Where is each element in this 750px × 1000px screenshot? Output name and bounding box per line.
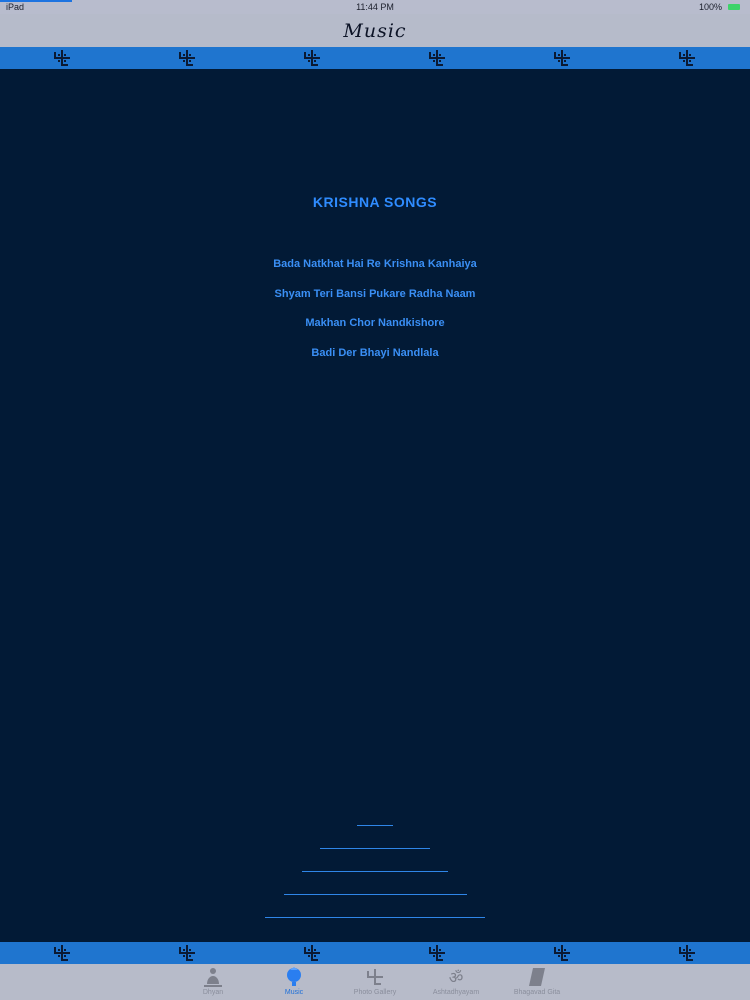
swastika-icon <box>304 945 320 961</box>
swastika-icon <box>179 50 195 66</box>
song-link[interactable]: Bada Natkhat Hai Re Krishna Kanhaiya <box>0 258 750 270</box>
status-bar: iPad 11:44 PM 100% <box>0 0 750 14</box>
section-title: KRISHNA SONGS <box>312 194 438 210</box>
song-link[interactable]: Badi Der Bhayi Nandlala <box>0 347 750 359</box>
swastika-icon <box>54 50 70 66</box>
tab-ashtadhyayam[interactable]: ॐ Ashtadhyayam <box>421 964 491 1000</box>
swastika-icon <box>367 969 383 985</box>
tab-label: Music <box>284 989 304 996</box>
battery-icon <box>728 4 740 10</box>
om-icon: ॐ <box>449 968 464 987</box>
app-screen: iPad 11:44 PM 100% Music KRISHNA SONGS B… <box>0 0 750 1000</box>
decorative-line <box>320 848 430 849</box>
decorative-line <box>302 871 448 872</box>
svg-text:ॐ: ॐ <box>449 968 464 987</box>
swastika-icon <box>679 945 695 961</box>
swastika-icon <box>554 50 570 66</box>
song-link[interactable]: Makhan Chor Nandkishore <box>0 317 750 329</box>
battery-percent: 100% <box>698 2 722 12</box>
tab-photo-gallery[interactable]: Photo Gallery <box>340 964 410 1000</box>
swastika-icon <box>304 50 320 66</box>
tab-label: Bhagavad Gita <box>513 989 561 996</box>
decorative-line <box>284 894 467 895</box>
book-icon <box>529 968 545 986</box>
tab-label: Ashtadhyayam <box>432 989 480 996</box>
meditation-icon <box>204 968 222 987</box>
swastika-icon <box>54 945 70 961</box>
swastika-icon <box>429 50 445 66</box>
swastika-icon <box>429 945 445 961</box>
page-title: Music <box>343 19 407 42</box>
decorative-line <box>357 825 393 826</box>
status-time: 11:44 PM <box>356 2 394 12</box>
tab-label: Dhyan <box>202 989 224 996</box>
pattern-band-top <box>0 47 750 69</box>
pattern-band-bottom <box>0 942 750 964</box>
tab-bar: Dhyan Music Photo Gallery ॐ Ashtadhyayam <box>0 964 750 1000</box>
tab-dhyan[interactable]: Dhyan <box>178 964 248 1000</box>
tab-bhagavad-gita[interactable]: Bhagavad Gita <box>502 964 572 1000</box>
decorative-line <box>265 917 485 918</box>
swastika-icon <box>679 50 695 66</box>
swastika-icon <box>179 945 195 961</box>
krishna-icon <box>287 967 301 986</box>
swastika-icon <box>554 945 570 961</box>
navigation-bar: Music <box>0 14 750 47</box>
tab-music[interactable]: Music <box>259 964 329 1000</box>
song-link[interactable]: Shyam Teri Bansi Pukare Radha Naam <box>0 288 750 300</box>
tab-label: Photo Gallery <box>353 989 397 996</box>
